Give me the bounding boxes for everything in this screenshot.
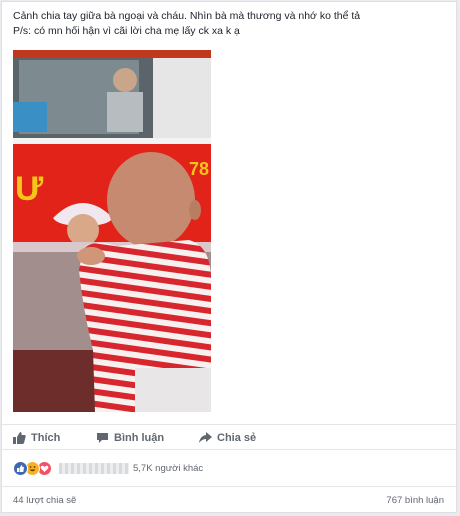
bus-roof-trim <box>13 50 211 58</box>
caption-line-2: P/s: có mn hối hận vì cãi lời cha mẹ lấy… <box>13 25 240 37</box>
action-bar: Thích Bình luận Chia sẻ <box>2 424 456 450</box>
share-icon <box>199 432 212 443</box>
baby-hand <box>77 247 105 265</box>
reactions-summary[interactable]: 5,7K người khác <box>13 460 203 476</box>
photo-illustration: Ư 78 <box>13 50 211 412</box>
post-caption: Cảnh chia tay giữa bà ngoại và cháu. Nhì… <box>13 9 433 39</box>
comment-button[interactable]: Bình luận <box>96 430 164 446</box>
share-label: Chia sẻ <box>217 432 257 444</box>
baby-ear <box>189 200 201 220</box>
post-footer: 44 lượt chia sẽ 767 bình luận <box>2 486 456 513</box>
post-card: Cảnh chia tay giữa bà ngoại và cháu. Nhì… <box>1 1 457 513</box>
bus-logo: Ư <box>15 170 44 208</box>
like-button[interactable]: Thích <box>13 430 60 446</box>
comment-icon <box>97 433 108 443</box>
comment-count[interactable]: 767 bình luận <box>386 495 444 506</box>
share-count[interactable]: 44 lượt chia sẽ <box>13 495 76 506</box>
bus-stripe <box>13 138 211 144</box>
bus-number: 78 <box>189 159 209 179</box>
baby-diaper <box>135 368 211 412</box>
thumbs-up-icon <box>13 432 26 444</box>
grandmother-face <box>67 214 99 246</box>
passenger-head <box>113 68 137 92</box>
reaction-count: 5,7K người khác <box>133 462 204 474</box>
passenger-body <box>107 92 143 132</box>
caption-line-1: Cảnh chia tay giữa bà ngoại và cháu. Nhì… <box>13 10 361 22</box>
curtain <box>153 58 211 138</box>
share-button[interactable]: Chia sẻ <box>199 430 256 446</box>
baby-head <box>107 152 195 248</box>
like-icon <box>13 460 28 476</box>
redacted-names <box>59 462 129 474</box>
bus-seat <box>13 102 47 132</box>
like-label: Thích <box>31 432 61 444</box>
post-photo[interactable]: Ư 78 <box>13 50 211 412</box>
comment-label: Bình luận <box>114 432 165 444</box>
